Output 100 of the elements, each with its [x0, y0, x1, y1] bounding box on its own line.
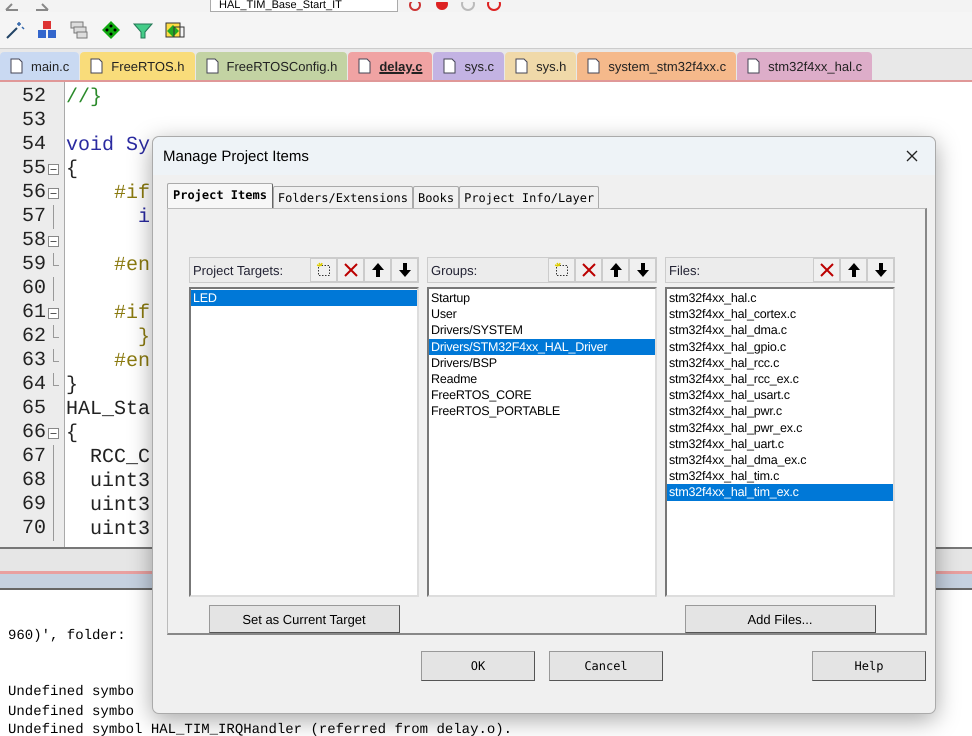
file-tab[interactable]: FreeRTOS.h	[80, 52, 195, 80]
line-number: 67	[20, 445, 46, 469]
file-tab[interactable]: FreeRTOSConfig.h	[196, 52, 348, 80]
list-item[interactable]: LED	[191, 290, 417, 306]
arrow-down-icon	[396, 262, 412, 278]
line-number: 53	[20, 109, 46, 133]
code-line: #if	[113, 182, 150, 204]
document-icon	[515, 58, 528, 74]
list-item[interactable]: stm32f4xx_hal_tim.c	[667, 468, 893, 484]
list-item[interactable]: stm32f4xx_hal_pwr_ex.c	[667, 420, 893, 436]
file-tab[interactable]: sys.c	[433, 52, 504, 80]
panel-button[interactable]: Set as Current Target	[208, 605, 400, 633]
list-box[interactable]: LED	[189, 287, 419, 598]
tab[interactable]: Project Info/Layer	[459, 186, 600, 208]
line-number: 57	[20, 205, 46, 229]
fold-end-icon	[53, 253, 59, 266]
list-item[interactable]: Drivers/BSP	[429, 354, 655, 372]
new-icon	[554, 262, 570, 278]
move-down-button[interactable]	[629, 258, 656, 282]
fold-icon[interactable]	[48, 308, 59, 318]
file-tab[interactable]: stm32f4xx_hal.c	[737, 52, 872, 80]
line-number: 54	[20, 133, 46, 157]
delete-icon	[818, 262, 834, 278]
tab[interactable]: Project Items	[167, 183, 273, 208]
tab-label: delay.c	[379, 58, 422, 74]
list-item[interactable]: stm32f4xx_hal_dma_ex.c	[667, 452, 893, 468]
stack-icon[interactable]	[68, 19, 90, 41]
list-box[interactable]	[665, 287, 895, 598]
file-tab[interactable]: system_stm32f4xx.c	[577, 52, 736, 80]
fold-icon[interactable]	[48, 428, 59, 438]
dialog-button[interactable]: OK	[421, 651, 535, 681]
file-tab[interactable]: sys.h	[505, 52, 576, 80]
file-tab[interactable]: main.c	[0, 52, 80, 80]
file-tab[interactable]: delay.c	[348, 52, 432, 80]
delete-button[interactable]	[337, 258, 364, 282]
line-number: 58	[20, 229, 46, 253]
list-item[interactable]: Drivers/STM32F4xx_HAL_Driver	[429, 338, 655, 355]
move-down-button[interactable]	[391, 258, 418, 282]
function-combo[interactable]: HAL_TIM_Base_Start_IT	[210, 0, 398, 12]
tab-label: FreeRTOS.h	[111, 58, 185, 74]
fold-icon[interactable]	[48, 236, 59, 246]
tab[interactable]: Folders/Extensions	[272, 186, 413, 208]
fold-line-icon	[53, 205, 54, 229]
new-item-button[interactable]	[310, 258, 337, 282]
list-item[interactable]: stm32f4xx_hal_tim_ex.c	[667, 484, 893, 501]
stop-icon[interactable]	[434, 2, 450, 12]
list-item[interactable]: stm32f4xx_hal_cortex.c	[667, 306, 893, 322]
tab-label: main.c	[31, 58, 70, 74]
fold-icon[interactable]	[48, 188, 59, 198]
panel-button[interactable]: Add Files...	[684, 605, 876, 633]
wand-icon[interactable]	[4, 19, 26, 41]
list-item[interactable]: Drivers/SYSTEM	[429, 322, 655, 339]
list-item[interactable]: stm32f4xx_hal_uart.c	[667, 436, 893, 452]
output-line: Undefined symbo	[8, 704, 134, 720]
code-line: {	[65, 158, 78, 180]
move-up-button[interactable]	[364, 258, 391, 282]
line-number: 60	[20, 277, 46, 301]
new-item-button[interactable]	[548, 258, 575, 282]
code-line: uint3	[89, 518, 150, 540]
list-item[interactable]: stm32f4xx_hal.c	[667, 290, 893, 306]
list-box[interactable]: Startup User Drivers/SYSTEM Drivers/STM32F4xx_HAL_Driver Drivers/BSP Readme FreeRTOS_CORE FreeRTOS_PORTABLE	[427, 287, 657, 598]
list-item[interactable]: stm32f4xx_hal_rcc.c	[667, 354, 893, 372]
output-line: Undefined symbo	[8, 684, 134, 700]
fold-icon[interactable]	[48, 164, 59, 174]
code-line: uint3	[89, 470, 150, 492]
document-icon	[747, 58, 760, 74]
delete-button[interactable]	[813, 258, 840, 282]
tab[interactable]: Books	[412, 186, 460, 208]
document-icon	[587, 58, 600, 74]
list-item[interactable]: Readme	[429, 371, 655, 388]
list-item[interactable]: stm32f4xx_hal_pwr.c	[667, 403, 893, 420]
fold-line-icon	[53, 277, 54, 301]
list-item[interactable]: stm32f4xx_hal_dma.c	[667, 322, 893, 339]
list-item[interactable]: Startup	[429, 290, 655, 306]
line-number: 64	[20, 373, 46, 397]
diamond-icon[interactable]	[100, 19, 122, 41]
dialog-button[interactable]: Cancel	[549, 651, 663, 681]
move-down-button[interactable]	[867, 258, 894, 282]
output-line: 960)', folder:	[8, 628, 126, 644]
document-icon	[10, 58, 23, 74]
list-item[interactable]: FreeRTOS_PORTABLE	[429, 403, 655, 420]
dialog-button[interactable]: Help	[812, 651, 926, 681]
list-item[interactable]: User	[429, 306, 655, 322]
blocks-icon[interactable]	[36, 19, 58, 41]
list-item[interactable]: stm32f4xx_hal_gpio.c	[667, 338, 893, 355]
tab-label: stm32f4xx_hal.c	[768, 58, 862, 74]
arrow-up-icon	[846, 262, 862, 278]
list-item[interactable]: stm32f4xx_hal_usart.c	[667, 387, 893, 404]
move-up-button[interactable]	[840, 258, 867, 282]
code-line: i	[137, 206, 150, 228]
code-line: RCC_C	[89, 446, 150, 468]
code-line: #if	[113, 302, 150, 324]
move-up-button[interactable]	[602, 258, 629, 282]
list-item[interactable]: FreeRTOS_CORE	[429, 387, 655, 404]
line-number: 63	[20, 349, 46, 373]
arrow-down-icon	[634, 262, 650, 278]
code-line: uint3	[89, 494, 150, 516]
output-line: Undefined symbol HAL_TIM_IRQHandler (referred from delay.o).	[8, 722, 512, 736]
list-item[interactable]: stm32f4xx_hal_rcc_ex.c	[667, 371, 893, 388]
delete-button[interactable]	[575, 258, 602, 282]
